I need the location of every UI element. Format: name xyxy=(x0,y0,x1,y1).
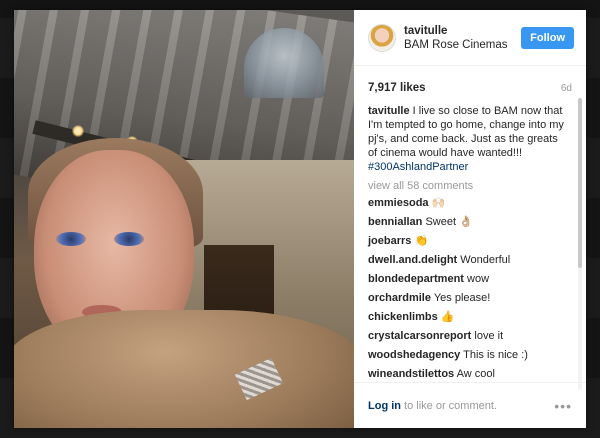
view-all-comments-link[interactable]: view all 58 comments xyxy=(368,180,568,192)
comment-text: Yes please! xyxy=(433,292,491,304)
more-dots-icon[interactable]: ••• xyxy=(554,398,572,414)
comment-username[interactable]: orchardmile xyxy=(368,292,431,304)
comment-text: love it xyxy=(474,330,504,342)
post-photo[interactable] xyxy=(14,10,354,428)
comment-item: dwell.and.delight Wonderful xyxy=(368,254,568,267)
comment-item: emmiesoda 🙌🏻 xyxy=(368,197,568,210)
comment-text: This is nice :) xyxy=(463,349,528,361)
fur-coat xyxy=(14,310,354,428)
comments-scrollbar[interactable] xyxy=(578,98,582,390)
hashtag-link[interactable]: #300AshlandPartner xyxy=(368,161,468,173)
comment-item: chickenlimbs 👍 xyxy=(368,311,568,324)
scrollbar-thumb[interactable] xyxy=(578,98,582,268)
comment-text: Aw cool xyxy=(456,368,495,380)
post-side-panel: tavitulle BAM Rose Cinemas Follow 7,917 … xyxy=(354,10,586,428)
comment-text: Wonderful xyxy=(460,254,511,266)
likes-count[interactable]: 7,917 likes xyxy=(368,82,426,94)
comment-username[interactable]: woodshedagency xyxy=(368,349,460,361)
comment-text: 🙌🏻 xyxy=(431,197,446,209)
location-link[interactable]: BAM Rose Cinemas xyxy=(404,38,521,52)
comment-username[interactable]: blondedepartment xyxy=(368,273,464,285)
post-modal: tavitulle BAM Rose Cinemas Follow 7,917 … xyxy=(14,10,586,428)
comment-item: orchardmile Yes please! xyxy=(368,292,568,305)
avatar[interactable] xyxy=(368,23,396,52)
comment-username[interactable]: dwell.and.delight xyxy=(368,254,457,266)
comment-username[interactable]: emmiesoda xyxy=(368,197,429,209)
left-eye xyxy=(56,232,86,246)
post-age[interactable]: 6d xyxy=(561,83,572,94)
follow-button[interactable]: Follow xyxy=(521,26,574,49)
arched-window xyxy=(244,28,324,98)
comment-item: joebarrs 👏 xyxy=(368,235,568,248)
login-link[interactable]: Log in xyxy=(368,400,401,412)
comment-item: wineandstilettos Aw cool xyxy=(368,368,568,381)
comment-text: wow xyxy=(467,273,490,285)
comment-username[interactable]: joebarrs xyxy=(368,235,411,247)
login-prompt: Log in to like or comment. xyxy=(368,400,554,412)
post-meta: 7,917 likes 6d xyxy=(354,70,586,94)
author-info: tavitulle BAM Rose Cinemas xyxy=(404,24,521,52)
comment-item: benniallan Sweet 👌🏼 xyxy=(368,216,568,229)
comment-username[interactable]: benniallan xyxy=(368,216,422,228)
post-footer: Log in to like or comment. ••• xyxy=(354,382,586,428)
login-prompt-text: to like or comment. xyxy=(401,399,497,412)
comments-section[interactable]: tavitulle I live so close to BAM now tha… xyxy=(354,94,586,382)
light-bulb xyxy=(72,125,84,137)
comment-item: blondedepartment wow xyxy=(368,273,568,286)
right-eye xyxy=(114,232,144,246)
comment-item: crystalcarsonreport love it xyxy=(368,330,568,343)
comment-username[interactable]: chickenlimbs xyxy=(368,311,438,323)
post-header: tavitulle BAM Rose Cinemas Follow xyxy=(354,10,586,66)
caption: tavitulle I live so close to BAM now tha… xyxy=(368,104,568,174)
comment-username[interactable]: wineandstilettos xyxy=(368,368,454,380)
comment-text: 👏 xyxy=(414,235,429,247)
comment-username[interactable]: crystalcarsonreport xyxy=(368,330,471,342)
comment-text: 👍 xyxy=(440,311,455,323)
author-username[interactable]: tavitulle xyxy=(404,24,521,38)
comment-text: Sweet 👌🏼 xyxy=(425,216,473,228)
comment-item: woodshedagency This is nice :) xyxy=(368,349,568,362)
caption-username[interactable]: tavitulle xyxy=(368,105,410,117)
